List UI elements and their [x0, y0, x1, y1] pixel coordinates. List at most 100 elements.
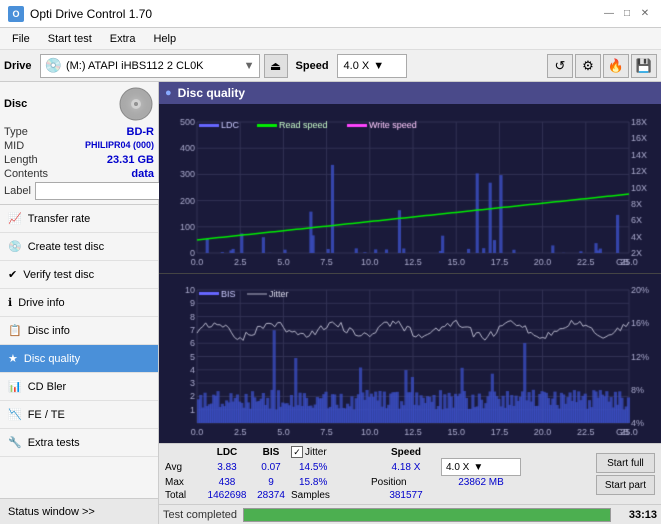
ldc-chart-canvas — [159, 104, 661, 273]
menu-file[interactable]: File — [4, 29, 38, 49]
menubar: File Start test Extra Help — [0, 28, 661, 50]
sidebar-item-extra-tests[interactable]: 🔧 Extra tests — [0, 429, 158, 457]
contents-value: data — [131, 168, 154, 180]
test-speed-selector[interactable]: 4.0 X ▼ — [441, 458, 521, 476]
progress-bar-fill — [244, 509, 610, 521]
menu-extra[interactable]: Extra — [102, 29, 144, 49]
main: Disc Type BD-R MID PHILIPR04 (000) Lengt… — [0, 82, 661, 524]
progress-time: 33:13 — [617, 509, 657, 521]
titlebar-left: O Opti Drive Control 1.70 — [8, 6, 152, 22]
app-title: Opti Drive Control 1.70 — [30, 7, 152, 21]
sidebar-label-disc-info: Disc info — [28, 325, 70, 337]
close-button[interactable]: ✕ — [637, 6, 653, 22]
avg-speed: 4.18 X — [371, 461, 441, 474]
stat-header-speed: Speed — [371, 447, 441, 458]
refresh-button[interactable]: ↺ — [547, 54, 573, 78]
burn-button[interactable]: 🔥 — [603, 54, 629, 78]
charts-area — [159, 104, 661, 443]
maximize-button[interactable]: □ — [619, 6, 635, 22]
app-icon: O — [8, 6, 24, 22]
transfer-rate-icon: 📈 — [8, 212, 22, 225]
save-button[interactable]: 💾 — [631, 54, 657, 78]
avg-ldc: 3.83 — [203, 461, 251, 474]
disc-mid-row: MID PHILIPR04 (000) — [4, 140, 154, 152]
length-value: 23.31 GB — [107, 154, 154, 166]
bis-jitter-chart-canvas — [159, 274, 661, 443]
max-jitter: 15.8% — [291, 476, 371, 489]
start-part-button[interactable]: Start part — [596, 475, 655, 495]
status-window-label: Status window >> — [8, 506, 95, 518]
content-area: ● Disc quality LDC BIS ✓ — [159, 82, 661, 524]
position-row: Position — [371, 477, 441, 488]
speed-label: Speed — [296, 60, 329, 72]
sidebar-item-verify-test-disc[interactable]: ✔ Verify test disc — [0, 261, 158, 289]
sidebar-item-drive-info[interactable]: ℹ Drive info — [0, 289, 158, 317]
disc-icon — [118, 86, 154, 122]
jitter-checkbox[interactable]: ✓ — [291, 446, 303, 458]
speed-value: 4.0 X — [344, 60, 370, 72]
content-header-icon: ● — [165, 87, 172, 99]
status-window-button[interactable]: Status window >> — [0, 498, 158, 524]
drive-name: (M:) ATAPI iHBS112 2 CL0K — [66, 60, 240, 72]
disc-length-row: Length 23.31 GB — [4, 154, 154, 166]
drivebar: Drive 💿 (M:) ATAPI iHBS112 2 CL0K ▼ ⏏ Sp… — [0, 50, 661, 82]
total-ldc: 1462698 — [203, 489, 251, 502]
drive-selector[interactable]: 💿 (M:) ATAPI iHBS112 2 CL0K ▼ — [40, 54, 260, 78]
disc-section: Disc Type BD-R MID PHILIPR04 (000) Lengt… — [0, 82, 158, 205]
disc-header: Disc — [4, 86, 154, 122]
settings-button[interactable]: ⚙ — [575, 54, 601, 78]
test-speed-value: 4.0 X — [446, 462, 469, 473]
disc-contents-row: Contents data — [4, 168, 154, 180]
sidebar-label-extra-tests: Extra tests — [28, 437, 80, 449]
length-label: Length — [4, 154, 38, 166]
sidebar-label-verify-test-disc: Verify test disc — [23, 269, 94, 281]
sidebar-label-drive-info: Drive info — [18, 297, 64, 309]
sidebar-item-disc-quality[interactable]: ★ Disc quality — [0, 345, 158, 373]
progress-bar-area: Test completed 33:13 — [159, 504, 661, 524]
disc-header-label: Disc — [4, 98, 27, 110]
type-value: BD-R — [127, 126, 155, 138]
content-header-title: Disc quality — [178, 86, 245, 100]
start-buttons: Start full Start part — [596, 453, 655, 495]
jitter-label: Jitter — [305, 447, 327, 458]
samples-label: Samples — [291, 490, 330, 501]
jitter-check: ✓ Jitter — [291, 446, 371, 458]
start-full-button[interactable]: Start full — [596, 453, 655, 473]
position-label: Position — [371, 477, 407, 488]
sidebar-item-transfer-rate[interactable]: 📈 Transfer rate — [0, 205, 158, 233]
status-text: Test completed — [163, 509, 237, 521]
avg-label: Avg — [165, 462, 203, 473]
cd-bler-icon: 📊 — [8, 380, 22, 393]
samples-row: Samples — [291, 490, 371, 501]
speed-selector[interactable]: 4.0 X ▼ — [337, 54, 407, 78]
sidebar-label-cd-bler: CD Bler — [28, 381, 67, 393]
sidebar-item-fe-te[interactable]: 📉 FE / TE — [0, 401, 158, 429]
label-input[interactable] — [35, 182, 173, 200]
extra-tests-icon: 🔧 — [8, 436, 22, 449]
stats-bar: LDC BIS ✓ Jitter Speed Avg 3.83 0.07 14.… — [159, 443, 661, 504]
speed-dropdown-arrow: ▼ — [373, 60, 384, 72]
menu-help[interactable]: Help — [145, 29, 184, 49]
avg-jitter: 14.5% — [291, 461, 371, 474]
chart1 — [159, 104, 661, 274]
disc-label-row: Label ✎ — [4, 182, 154, 200]
drive-label: Drive — [4, 60, 32, 72]
titlebar-controls: — □ ✕ — [601, 6, 653, 22]
sidebar-item-cd-bler[interactable]: 📊 CD Bler — [0, 373, 158, 401]
minimize-button[interactable]: — — [601, 6, 617, 22]
drive-info-icon: ℹ — [8, 296, 12, 309]
sidebar-label-transfer-rate: Transfer rate — [28, 213, 91, 225]
eject-button[interactable]: ⏏ — [264, 54, 288, 78]
sidebar-label-create-test-disc: Create test disc — [28, 241, 104, 253]
max-bis: 9 — [251, 476, 291, 489]
total-bis: 28374 — [251, 489, 291, 502]
sidebar-item-disc-info[interactable]: 📋 Disc info — [0, 317, 158, 345]
drive-dropdown-arrow: ▼ — [244, 60, 255, 72]
create-test-disc-icon: 💿 — [8, 240, 22, 253]
content-header: ● Disc quality — [159, 82, 661, 104]
menu-start-test[interactable]: Start test — [40, 29, 100, 49]
sidebar-item-create-test-disc[interactable]: 💿 Create test disc — [0, 233, 158, 261]
fe-te-icon: 📉 — [8, 408, 22, 421]
type-label: Type — [4, 126, 28, 138]
disc-quality-icon: ★ — [8, 352, 18, 365]
